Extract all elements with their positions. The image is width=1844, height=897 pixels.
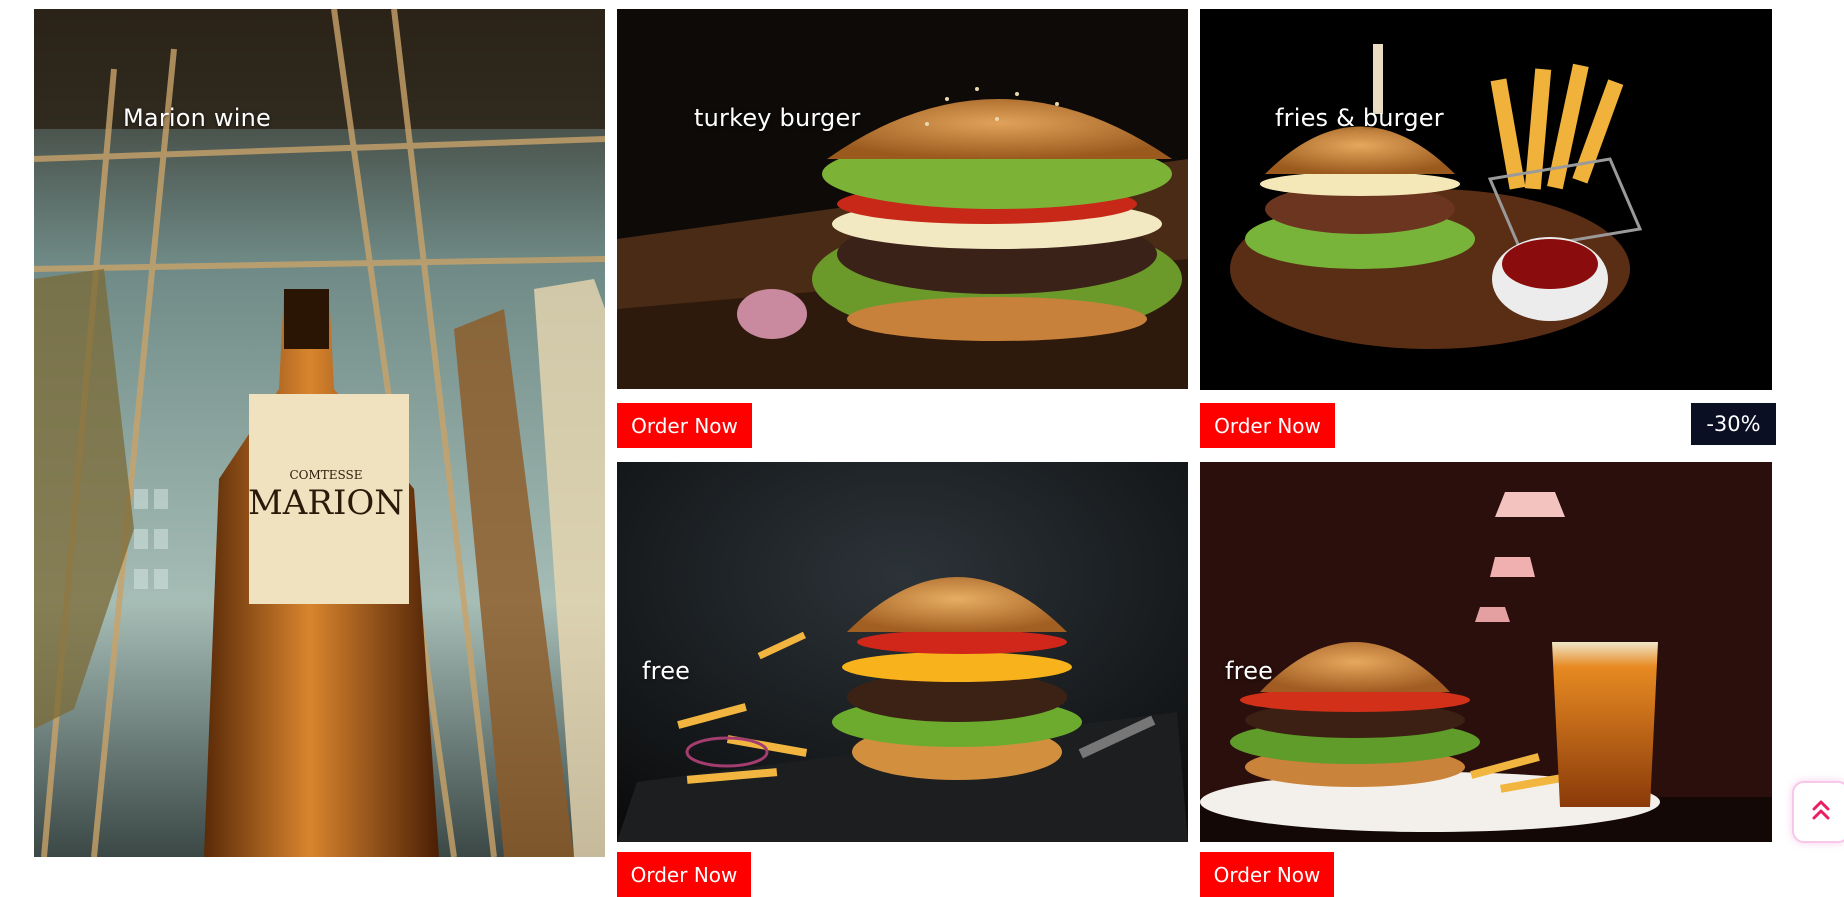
fries-burger-photo xyxy=(1200,9,1772,390)
order-now-button[interactable]: Order Now xyxy=(617,852,751,897)
free-burger-beer-tile[interactable]: free xyxy=(1200,462,1772,842)
burger-beer-photo xyxy=(1200,462,1772,842)
tile-caption: free xyxy=(642,657,691,685)
svg-text:COMTESSE: COMTESSE xyxy=(289,468,362,482)
wine-photo: MARION COMTESSE xyxy=(34,9,605,857)
order-now-button[interactable]: Order Now xyxy=(1200,403,1335,448)
turkey-burger-photo xyxy=(617,9,1188,389)
turkey-burger-tile[interactable]: turkey burger xyxy=(617,9,1188,389)
order-now-button[interactable]: Order Now xyxy=(617,403,752,448)
fries-burger-tile[interactable]: fries & burger xyxy=(1200,9,1772,390)
free-burger-tile[interactable]: free xyxy=(617,462,1188,842)
tile-caption: turkey burger xyxy=(694,104,861,132)
scroll-to-top-button[interactable] xyxy=(1792,781,1844,843)
tile-caption: fries & burger xyxy=(1275,104,1444,132)
double-chevron-up-icon xyxy=(1811,797,1831,827)
discount-badge: -30% xyxy=(1691,403,1776,445)
wine-tile[interactable]: MARION COMTESSE Marion wine xyxy=(34,9,605,857)
tile-caption: Marion wine xyxy=(123,104,271,132)
order-now-button[interactable]: Order Now xyxy=(1200,852,1334,897)
free-burger-photo xyxy=(617,462,1188,842)
tile-caption: free xyxy=(1225,657,1274,685)
svg-text:MARION: MARION xyxy=(248,483,404,523)
